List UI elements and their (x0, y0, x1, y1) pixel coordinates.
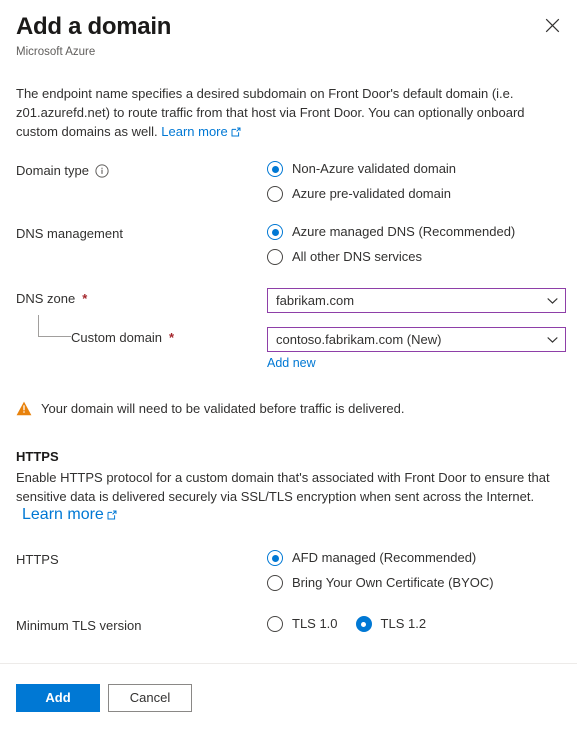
chevron-down-icon (547, 297, 558, 304)
cancel-button[interactable]: Cancel (108, 683, 192, 712)
radio-mark-icon (267, 550, 283, 566)
field-label-min-tls-version: Minimum TLS version (16, 615, 267, 636)
radio-tls-0[interactable]: TLS 1.0 (267, 615, 338, 633)
required-marker: * (82, 291, 88, 306)
external-link-icon (231, 123, 241, 142)
domain-type-label: Domain type (16, 163, 89, 178)
custom-domain-label: Custom domain (71, 330, 163, 345)
radio-label: TLS 1.2 (380, 616, 427, 631)
field-label-dns-management: DNS management (16, 223, 267, 244)
radio-group-dns-management: Azure managed DNS (Recommended) All othe… (267, 223, 561, 266)
learn-more-link-intro[interactable]: Learn more (161, 123, 241, 142)
warning-text: Your domain will need to be validated be… (41, 401, 405, 416)
radio-mark-icon (267, 249, 283, 265)
radio-https-1[interactable]: Bring Your Own Certificate (BYOC) (267, 574, 561, 592)
field-domain-type: Domain type Non-Azure validated domain A… (16, 160, 561, 203)
field-custom-domain: Custom domain * contoso.fabrikam.com (New… (16, 315, 566, 372)
https-section-link-line: Learn more (16, 506, 561, 525)
radio-label: All other DNS services (292, 249, 423, 264)
close-button[interactable] (537, 10, 567, 40)
custom-domain-value: contoso.fabrikam.com (New) (276, 331, 442, 347)
radio-label: AFD managed (Recommended) (292, 550, 477, 565)
field-control-https: AFD managed (Recommended) Bring Your Own… (267, 549, 561, 592)
tls-field-label: Minimum TLS version (16, 618, 142, 633)
radio-group-tls: TLS 1.0 TLS 1.2 (267, 615, 561, 633)
radio-group-https: AFD managed (Recommended) Bring Your Own… (267, 549, 561, 592)
panel-body: The endpoint name specifies a desired su… (0, 84, 577, 636)
field-control-custom-domain: contoso.fabrikam.com (New) Add new (267, 327, 566, 372)
intro-paragraph: The endpoint name specifies a desired su… (16, 84, 561, 142)
radio-mark-icon (267, 161, 283, 177)
dns-management-label: DNS management (16, 226, 123, 241)
tree-connector (38, 315, 71, 337)
field-label-https: HTTPS (16, 549, 267, 570)
field-label-domain-type: Domain type (16, 160, 267, 181)
add-button[interactable]: Add (16, 683, 100, 712)
radio-mark-icon (267, 616, 283, 632)
https-section-description: Enable HTTPS protocol for a custom domai… (16, 468, 561, 506)
page-title: Add a domain (16, 13, 172, 40)
radio-label: Bring Your Own Certificate (BYOC) (292, 575, 494, 590)
radio-mark-icon (355, 616, 372, 632)
radio-mark-icon (267, 575, 283, 591)
close-icon (545, 18, 560, 33)
field-https: HTTPS AFD managed (Recommended) Bring Yo… (16, 549, 561, 592)
dns-zone-label: DNS zone (16, 291, 76, 306)
radio-tls-1[interactable]: TLS 1.2 (355, 615, 427, 633)
field-dns-management: DNS management Azure managed DNS (Recomm… (16, 223, 561, 266)
field-label-dns-zone: DNS zone * (16, 288, 267, 309)
radio-label: Azure managed DNS (Recommended) (292, 224, 516, 239)
chevron-down-icon (547, 336, 558, 343)
https-field-label: HTTPS (16, 552, 59, 567)
radio-label: Non-Azure validated domain (292, 161, 457, 176)
warning-triangle-icon (16, 401, 32, 416)
validation-warning: Your domain will need to be validated be… (16, 400, 561, 418)
info-circle-icon[interactable] (95, 164, 109, 178)
field-control-dns-zone: fabrikam.com (267, 288, 566, 313)
radio-https-0[interactable]: AFD managed (Recommended) (267, 549, 561, 567)
https-description-text: Enable HTTPS protocol for a custom domai… (16, 470, 550, 504)
panel-header: Add a domain Microsoft Azure (0, 0, 577, 60)
field-control-dns-management: Azure managed DNS (Recommended) All othe… (267, 223, 561, 266)
add-new-link[interactable]: Add new (267, 356, 316, 370)
panel-subtitle: Microsoft Azure (16, 46, 96, 58)
radio-dns-management-1[interactable]: All other DNS services (267, 248, 561, 266)
dns-zone-dropdown[interactable]: fabrikam.com (267, 288, 566, 313)
learn-more-link-https[interactable]: Learn more (22, 506, 117, 523)
radio-mark-icon (267, 224, 283, 240)
radio-domain-type-1[interactable]: Azure pre-validated domain (267, 185, 561, 203)
radio-dns-management-0[interactable]: Azure managed DNS (Recommended) (267, 223, 561, 241)
required-marker: * (169, 330, 175, 345)
custom-domain-dropdown[interactable]: contoso.fabrikam.com (New) (267, 327, 566, 352)
field-control-domain-type: Non-Azure validated domain Azure pre-val… (267, 160, 561, 203)
external-link-icon (107, 507, 117, 525)
field-min-tls-version: Minimum TLS version TLS 1.0 TLS 1.2 (16, 615, 561, 636)
field-control-min-tls-version: TLS 1.0 TLS 1.2 (267, 615, 561, 633)
learn-more-label: Learn more (22, 506, 104, 523)
radio-mark-icon (267, 186, 283, 202)
intro-text: The endpoint name specifies a desired su… (16, 86, 525, 139)
dns-zone-value: fabrikam.com (276, 292, 355, 308)
radio-group-domain-type: Non-Azure validated domain Azure pre-val… (267, 160, 561, 203)
panel-footer: Add Cancel (0, 663, 577, 731)
radio-domain-type-0[interactable]: Non-Azure validated domain (267, 160, 561, 178)
radio-label: TLS 1.0 (292, 616, 338, 631)
https-section-heading: HTTPS (16, 449, 59, 464)
radio-label: Azure pre-validated domain (292, 186, 451, 201)
field-dns-zone: DNS zone * fabrikam.com (16, 288, 566, 313)
learn-more-label: Learn more (161, 124, 228, 139)
